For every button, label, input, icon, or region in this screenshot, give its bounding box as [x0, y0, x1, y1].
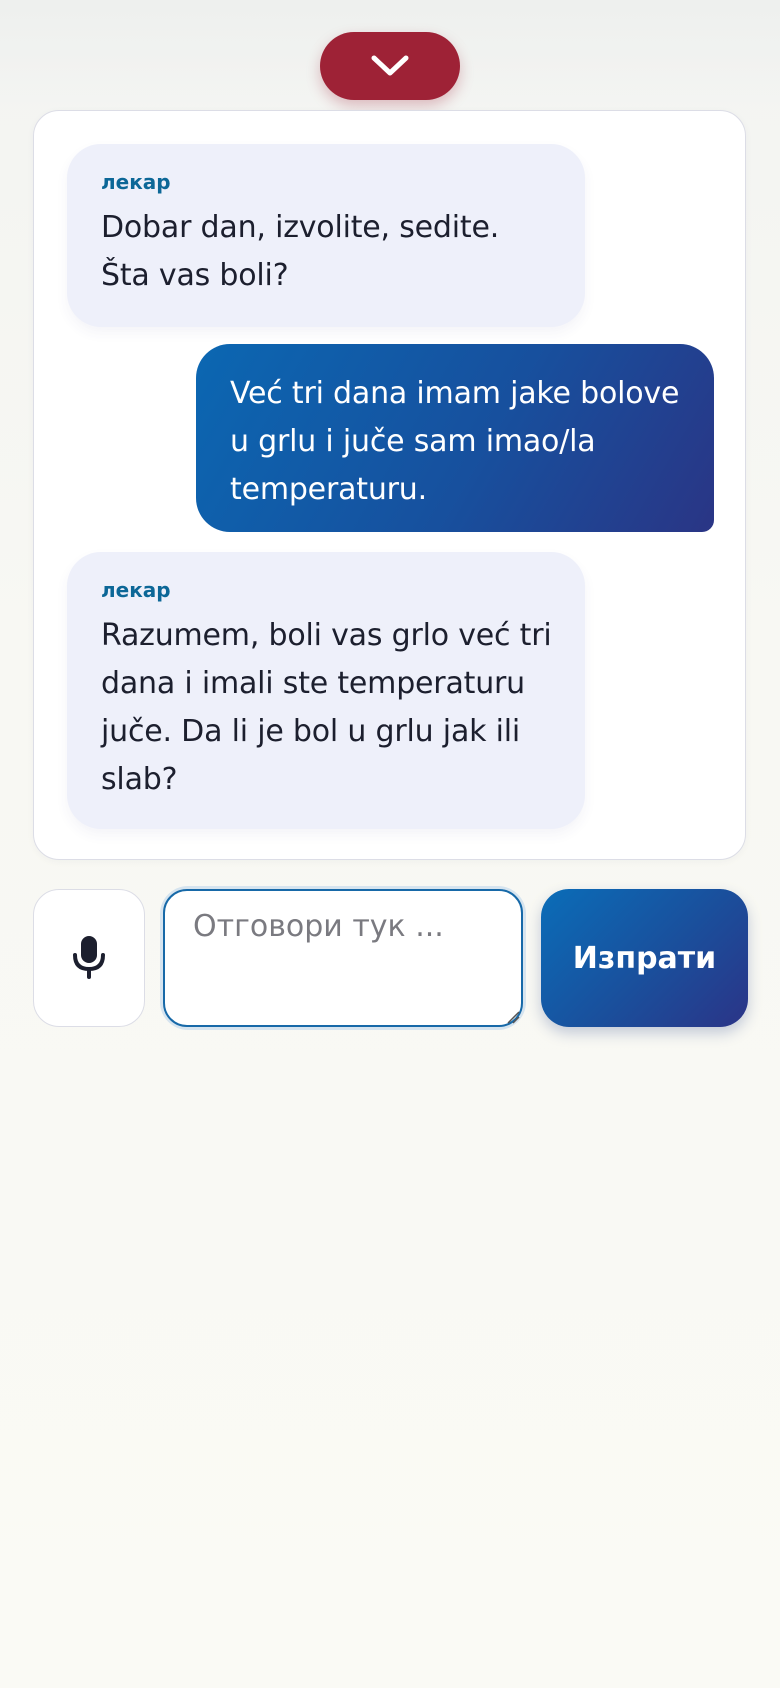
- doctor-message: лекар Dobar dan, izvolite, sedite. Šta v…: [67, 144, 585, 327]
- resize-grip-icon[interactable]: [504, 1008, 520, 1024]
- speaker-label: лекар: [101, 578, 171, 602]
- chevron-down-icon: [368, 52, 412, 80]
- microphone-icon: [71, 934, 107, 983]
- speaker-label: лекар: [101, 170, 171, 194]
- user-message: Već tri dana imam jake bolove u grlu i j…: [196, 344, 714, 532]
- answer-field-wrapper: [160, 886, 526, 1030]
- doctor-message: лекар Razumem, boli vas grlo već tri dan…: [67, 552, 585, 829]
- message-text: Već tri dana imam jake bolove u grlu i j…: [230, 376, 680, 507]
- message-text: Razumem, boli vas grlo već tri dana i im…: [101, 618, 552, 797]
- answer-input[interactable]: [163, 889, 523, 1027]
- send-button[interactable]: Изпрати: [541, 889, 748, 1027]
- message-text: Dobar dan, izvolite, sedite. Šta vas bol…: [101, 210, 500, 293]
- microphone-button[interactable]: [33, 889, 145, 1027]
- collapse-button[interactable]: [320, 32, 460, 100]
- chat-transcript[interactable]: лекар Dobar dan, izvolite, sedite. Šta v…: [33, 110, 746, 860]
